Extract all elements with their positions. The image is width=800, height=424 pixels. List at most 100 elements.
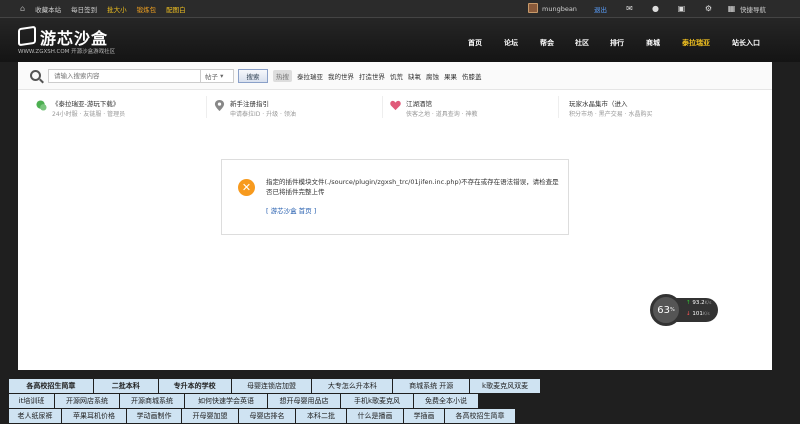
ad-link[interactable]: 免费全本小说 <box>414 394 478 408</box>
logo-subtitle: WWW.ZGXSH.COM 开源沙盒游戏社区 <box>18 49 116 55</box>
nav-shop[interactable]: 商城 <box>646 38 660 48</box>
hot-search-label: 热搜 <box>273 70 292 82</box>
ad-link-grid: 各高校招生简章 二批本科 专升本的学校 母婴连锁店加盟 大专怎么升本科 商城系统… <box>9 379 541 424</box>
usage-unit: % <box>669 307 675 313</box>
hot-search-item[interactable]: 缺氧 <box>408 71 421 81</box>
ad-link[interactable]: 本科二批 <box>296 409 346 423</box>
ad-link[interactable]: it培训班 <box>9 394 54 408</box>
site-header: 游芯沙盒 WWW.ZGXSH.COM 开源沙盒游戏社区 首页 论坛 帮会 社区 … <box>0 18 800 62</box>
ad-link[interactable]: 开源商城系统 <box>120 394 184 408</box>
quick-nav-link[interactable]: 快捷导航 <box>740 3 766 15</box>
home-icon[interactable]: ⌂ <box>20 5 25 13</box>
divider <box>382 96 383 118</box>
ad-link[interactable]: 什么是播画 <box>347 409 403 423</box>
download-value: 101 <box>692 311 703 317</box>
hot-search-item[interactable]: 腐蚀 <box>426 71 439 81</box>
ad-link[interactable]: 学插画 <box>404 409 444 423</box>
nav-home[interactable]: 首页 <box>468 38 482 48</box>
ad-link[interactable]: 母婴连锁店加盟 <box>231 379 312 393</box>
ad-link[interactable]: 开源网店系统 <box>55 394 119 408</box>
divider <box>558 96 559 118</box>
ad-link[interactable]: 老人纸尿裤 <box>9 409 61 423</box>
upload-value: 93.2 <box>692 300 705 306</box>
ad-link[interactable]: 二批本科 <box>93 379 158 393</box>
image-icon[interactable]: ▣ <box>676 3 687 13</box>
user-area: mungbean 退出 ✉ ● ▣ ⚙ ▦ 快捷导航 <box>528 3 800 15</box>
ad-link[interactable]: k歌麦克风双麦 <box>470 379 540 393</box>
hot-search-item[interactable]: 打造世界 <box>359 71 385 81</box>
download-arrow-icon: ↓ <box>686 311 691 317</box>
bookmark-link[interactable]: 收藏本站 <box>35 4 61 14</box>
quick-link-subtitle: 积分市场 · 黑产交易 · 水晶购买 <box>569 111 653 118</box>
hot-search-item[interactable]: 伤膝盖 <box>462 71 482 81</box>
upload-arrow-icon: ↑ <box>686 300 691 306</box>
nav-community[interactable]: 社区 <box>575 38 589 48</box>
username-link[interactable]: mungbean <box>542 3 577 15</box>
divider <box>206 96 207 118</box>
mail-icon[interactable]: ✉ <box>624 3 635 13</box>
ad-link[interactable]: 各高校招生简章 <box>9 379 93 393</box>
heart-icon <box>390 100 401 111</box>
download-unit: K/s <box>702 312 710 317</box>
usage-percent: 63% <box>650 294 682 326</box>
ad-link[interactable]: 想开母婴用品店 <box>268 394 340 408</box>
quick-links: 《泰拉瑞亚-游玩下载》 24小时服 · 友链服 · 管理员 新手注册指引 申请泰… <box>18 92 772 126</box>
logo-text: 游芯沙盒 <box>40 29 109 48</box>
quick-link-subtitle: 侠客之地 · 道具查询 · 神教 <box>406 111 478 118</box>
home-link[interactable]: [ 游芯沙盒 首页 ] <box>266 205 316 215</box>
ad-link[interactable]: 苹果耳机价格 <box>62 409 126 423</box>
ad-row: it培训班 开源网店系统 开源商城系统 如何快速学会英语 想开母婴用品店 手机k… <box>9 394 541 409</box>
notification-icon[interactable]: ● <box>650 3 661 13</box>
site-logo[interactable]: 游芯沙盒 WWW.ZGXSH.COM 开源沙盒游戏社区 <box>18 25 128 57</box>
download-speed: ↓ 101K/s <box>686 311 710 317</box>
nav-terraria[interactable]: 泰拉瑞亚 <box>682 38 710 48</box>
warning-icon: ✕ <box>238 179 255 196</box>
ad-link[interactable]: 如何快速学会英语 <box>185 394 267 408</box>
main-nav: 首页 论坛 帮会 社区 排行 商城 泰拉瑞亚 站长入口 <box>460 38 800 52</box>
quick-link-title: 玩家水晶集市（进入 <box>569 100 628 108</box>
logout-link[interactable]: 退出 <box>594 3 607 15</box>
ad-row: 老人纸尿裤 苹果耳机价格 学动画制作 开母婴加盟 母婴店排名 本科二批 什么是播… <box>9 409 541 424</box>
ad-link[interactable]: 专升本的学校 <box>158 379 231 393</box>
ad-link[interactable]: 学动画制作 <box>127 409 181 423</box>
ad-link[interactable]: 商城系统 开源 <box>393 379 470 393</box>
quick-link-title: 《泰拉瑞亚-游玩下载》 <box>52 100 120 108</box>
ad-link[interactable]: 大专怎么升本科 <box>312 379 393 393</box>
ad-row: 各高校招生简章 二批本科 专升本的学校 母婴连锁店加盟 大专怎么升本科 商城系统… <box>9 379 541 394</box>
chat-bubble-icon <box>36 100 47 111</box>
top-toolbar: ⌂ 收藏本站 每日签到 批大小 锻炼包 配图白 mungbean 退出 ✉ ● … <box>0 0 800 18</box>
hot-search-item[interactable]: 果果 <box>444 71 457 81</box>
logo-cube-icon <box>18 25 36 47</box>
top-link-3[interactable]: 批大小 <box>107 4 127 14</box>
hot-search-item[interactable]: 我的世界 <box>328 71 354 81</box>
search-scope-select[interactable]: 帖子 ▾ <box>200 69 234 83</box>
search-input[interactable] <box>48 69 218 83</box>
nav-ranking[interactable]: 排行 <box>610 38 624 48</box>
hot-search-item[interactable]: 泰拉瑞亚 <box>297 71 323 81</box>
ad-link[interactable]: 母婴店排名 <box>239 409 295 423</box>
nav-forum[interactable]: 论坛 <box>504 38 518 48</box>
network-speed-widget[interactable]: 63% ↑ 93.2K/s ↓ 101K/s <box>650 294 720 326</box>
ad-link[interactable]: 开母婴加盟 <box>182 409 238 423</box>
avatar[interactable] <box>528 3 538 13</box>
top-link-4[interactable]: 锻炼包 <box>137 4 157 14</box>
upload-unit: K/s <box>704 301 712 306</box>
hot-search-item[interactable]: 饥荒 <box>390 71 403 81</box>
search-button[interactable]: 搜索 <box>238 69 268 83</box>
usage-value: 63 <box>657 304 670 316</box>
ad-link[interactable]: 手机k歌麦克风 <box>341 394 413 408</box>
quick-link-title: 江湖酒馆 <box>406 100 432 108</box>
quick-link-title: 新手注册指引 <box>230 100 269 108</box>
quick-link-subtitle: 24小时服 · 友链服 · 管理员 <box>52 111 126 118</box>
ad-link[interactable]: 各高校招生简章 <box>445 409 515 423</box>
checkin-link[interactable]: 每日签到 <box>71 4 97 14</box>
nav-guild[interactable]: 帮会 <box>540 38 554 48</box>
hot-search-list: 热搜 泰拉瑞亚 我的世界 打造世界 饥荒 缺氧 腐蚀 果果 伤膝盖 <box>273 70 482 82</box>
top-link-5[interactable]: 配图白 <box>166 4 186 14</box>
gear-icon[interactable]: ⚙ <box>703 3 714 13</box>
grid-icon[interactable]: ▦ <box>726 3 737 13</box>
nav-admin[interactable]: 站长入口 <box>732 38 760 48</box>
location-pin-icon <box>214 100 225 111</box>
error-message-box: ✕ 指定的插件模块文件(./source/plugin/zgxsh_trc/01… <box>221 159 569 235</box>
quick-link-subtitle: 申请泰拉ID · 升级 · 领油 <box>230 111 296 118</box>
